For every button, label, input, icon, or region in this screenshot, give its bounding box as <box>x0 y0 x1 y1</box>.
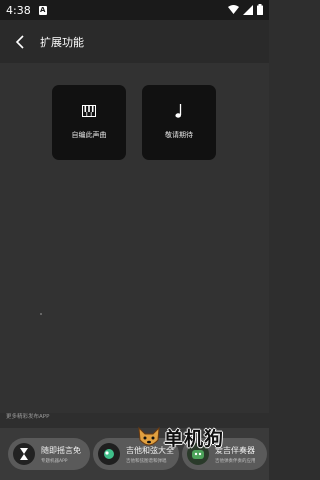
decorative-dot <box>40 313 42 315</box>
battery-icon <box>257 4 263 15</box>
back-button[interactable] <box>2 20 38 63</box>
guitar-chord-icon <box>98 443 120 465</box>
back-arrow-icon <box>15 34 24 49</box>
watermark-logo: 单机狗 <box>136 424 224 451</box>
footer-note: 更多精彩发布APP <box>6 414 50 420</box>
app-bar: 扩展功能 <box>0 20 269 63</box>
dog-face-icon <box>138 426 160 445</box>
watermark-text: 单机狗 <box>164 428 225 450</box>
ad-strip: 随即摇言免 专题机器APP 吉他和弦大全 吉他和弦图谱和弹唱 爱吉伴奏器 吉他弹… <box>0 428 269 480</box>
notification-icon: A <box>38 5 47 15</box>
feature-label: 自编此声曲 <box>71 131 107 139</box>
status-bar: 4:38 A <box>0 0 269 20</box>
hourglass-icon <box>13 443 35 465</box>
ad-subtitle: 专题机器APP <box>41 458 68 464</box>
status-time: 4:38 <box>6 3 31 17</box>
feature-label: 敬请期待 <box>165 131 193 139</box>
status-icons <box>228 4 263 15</box>
music-note-icon <box>174 103 184 119</box>
feature-card-compose[interactable]: 自编此声曲 <box>52 85 126 160</box>
feature-grid: 自编此声曲 敬请期待 <box>0 63 269 413</box>
ad-subtitle: 吉他弹奏伴奏的应用 <box>215 458 256 464</box>
page-title: 扩展功能 <box>40 35 84 49</box>
ad-title: 随即摇言免 <box>41 445 81 455</box>
ad-item-1[interactable]: 随即摇言免 专题机器APP <box>8 438 90 470</box>
signal-icon <box>243 4 253 15</box>
piano-icon <box>82 103 96 119</box>
ad-subtitle: 吉他和弦图谱和弹唱 <box>126 458 167 464</box>
feature-card-coming-soon[interactable]: 敬请期待 <box>142 85 216 160</box>
wifi-icon <box>228 4 239 14</box>
